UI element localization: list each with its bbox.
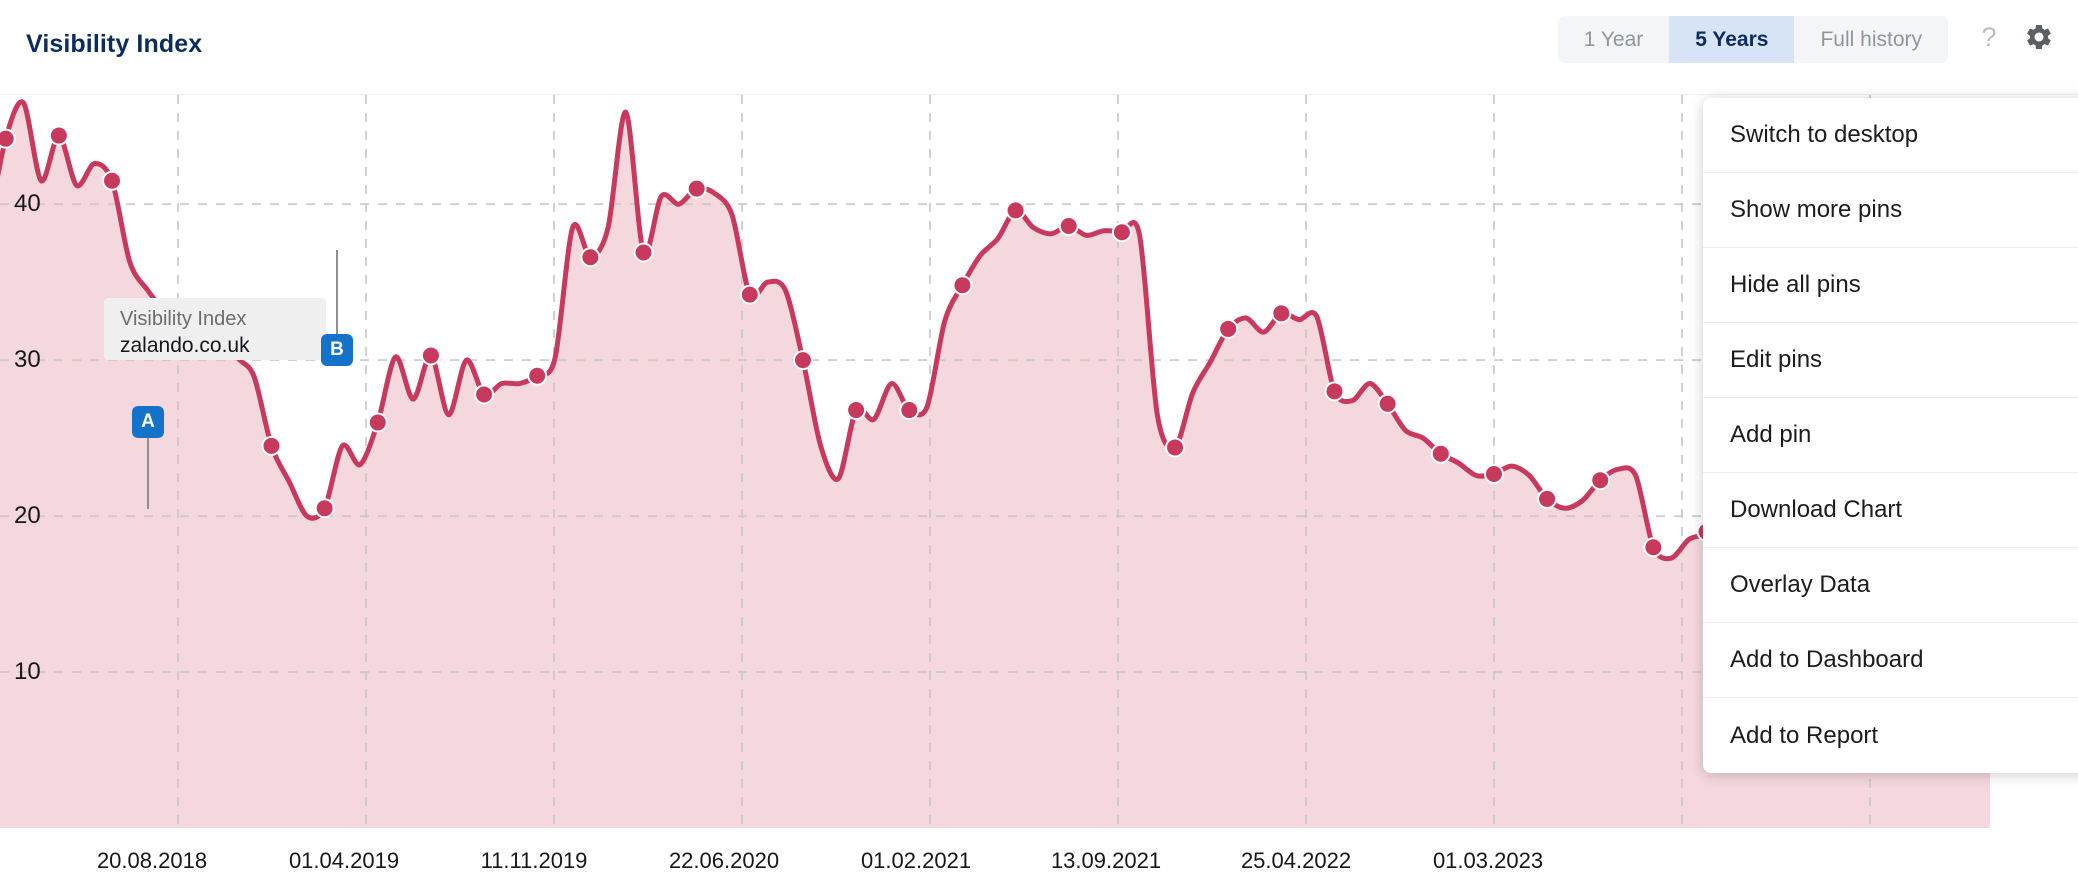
range-option-1-year[interactable]: 1 Year [1558,16,1670,63]
menu-item-overlay-data[interactable]: Overlay Data [1703,548,2078,623]
chart-pin-a[interactable]: A [132,406,164,438]
menu-item-download-chart[interactable]: Download Chart [1703,473,2078,548]
menu-item-add-to-dashboard[interactable]: Add to Dashboard [1703,623,2078,698]
pin-connector-line [336,250,338,335]
y-axis-tick-label: 40 [14,190,41,218]
x-axis-tick-label: 01.04.2019 [288,848,400,873]
y-axis-tick-label: 30 [14,346,41,374]
menu-item-add-pin[interactable]: Add pin [1703,398,2078,473]
range-option-5-years[interactable]: 5 Years [1669,16,1795,63]
card-header: Visibility Index 1 Year 5 Years Full his… [0,0,2078,95]
x-axis: 20.08.2018 01.04.2019 11.11.2019 22.06.2020… [0,828,2078,896]
page-title: Visibility Index [26,30,203,58]
pin-connector-line [147,435,149,509]
x-axis-tick-label: 11.11.2019 [480,848,588,873]
gear-icon[interactable] [2024,22,2054,52]
chart-pin-b[interactable]: B [321,334,353,366]
menu-item-show-more-pins[interactable]: Show more pins [1703,173,2078,248]
menu-item-switch-to-desktop[interactable]: Switch to desktop [1703,98,2078,173]
question-mark-icon[interactable]: ? [1976,22,2002,53]
x-axis-tick-label: 25.04.2022 [1240,848,1352,873]
x-axis-tick-label: 01.02.2021 [860,848,972,873]
range-option-full-history[interactable]: Full history [1794,16,1948,63]
x-axis-tick-label: 20.08.2018 [96,848,208,873]
menu-item-edit-pins[interactable]: Edit pins [1703,323,2078,398]
chart-context-menu[interactable]: Switch to desktop Show more pins Hide al… [1703,98,2078,773]
visibility-index-chart-card: Visibility Index 1 Year 5 Years Full his… [0,0,2078,896]
x-axis-tick-label: 22.06.2020 [668,848,780,873]
menu-item-hide-all-pins[interactable]: Hide all pins [1703,248,2078,323]
y-axis-tick-label: 20 [14,502,41,530]
x-axis-tick-label: 13.09.2021 [1050,848,1162,873]
y-axis-tick-label: 10 [14,658,41,686]
menu-item-add-to-report[interactable]: Add to Report [1703,698,2078,773]
time-range-segmented-control[interactable]: 1 Year 5 Years Full history [1557,16,1948,63]
x-axis-tick-label: 01.03.2023 [1432,848,1544,873]
